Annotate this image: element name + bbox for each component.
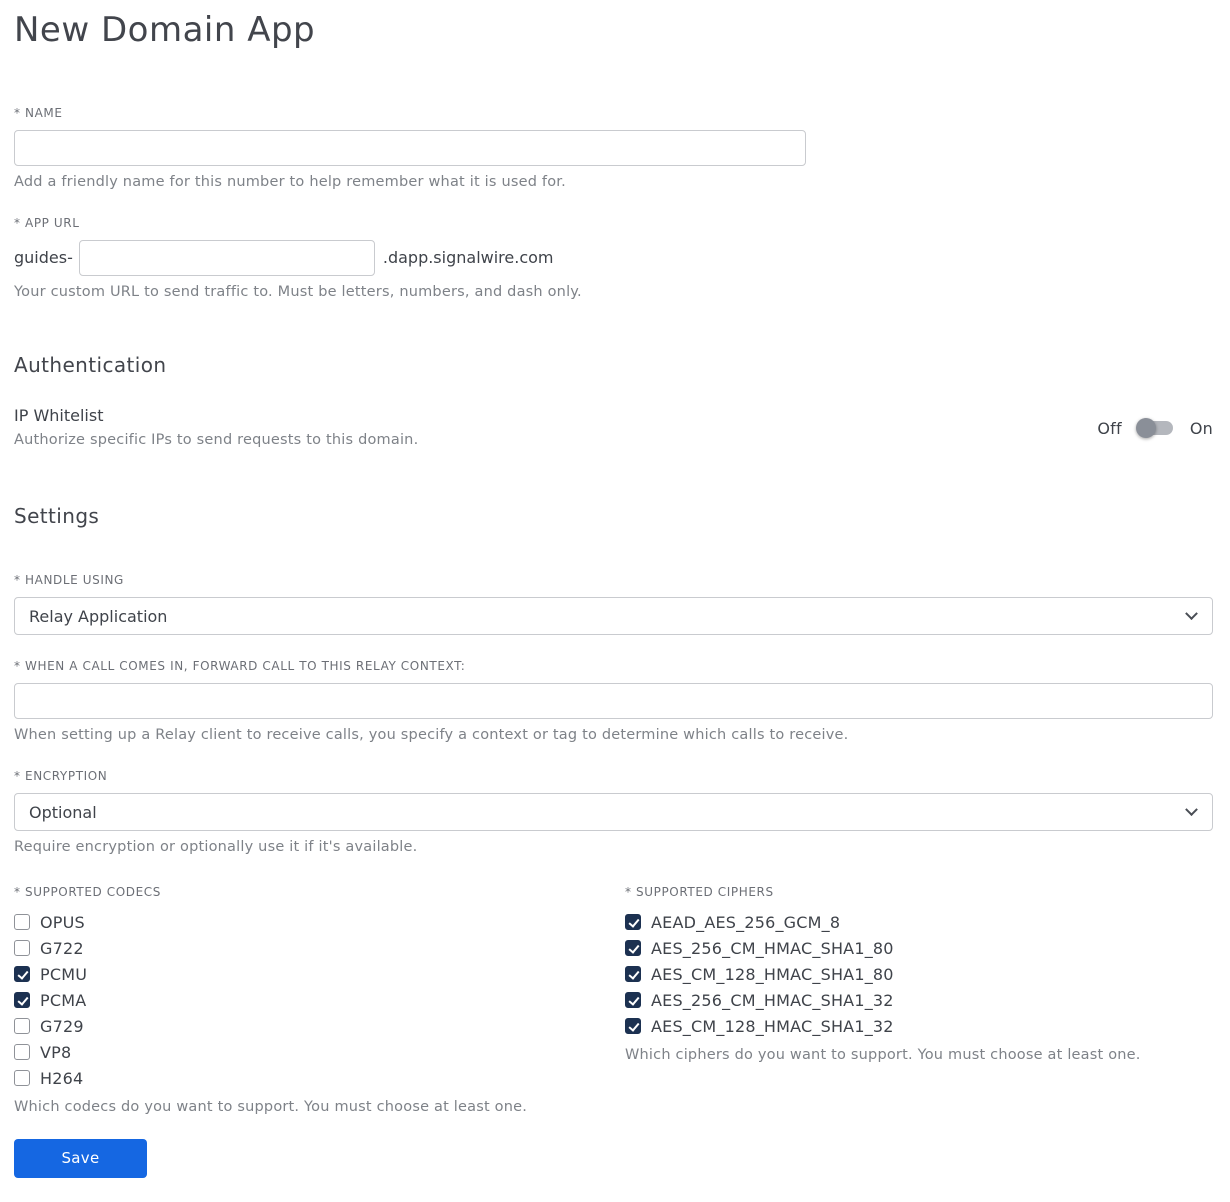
checkbox-item-aead_aes_256_gcm_8[interactable]: AEAD_AES_256_GCM_8 (625, 912, 1213, 932)
app-url-help-text: Your custom URL to send traffic to. Must… (14, 283, 582, 300)
codec-cipher-columns: * SUPPORTED CODECS OPUS G722 PCMU PCMA G729 V… (14, 885, 1213, 1117)
checkbox-checked-icon[interactable] (625, 966, 641, 983)
checkbox-checked-icon[interactable] (625, 992, 641, 1009)
encryption-help-text: Require encryption or optionally use it … (14, 839, 418, 856)
checkbox-item-aes_256_cm_hmac_sha1_80[interactable]: AES_256_CM_HMAC_SHA1_80 (625, 938, 1213, 958)
ip-whitelist-help-text: Authorize specific IPs to send requests … (14, 432, 419, 449)
checkbox-item-g722[interactable]: G722 (14, 938, 625, 958)
checkbox-item-h264[interactable]: H264 (14, 1068, 625, 1088)
checkbox-item-vp8[interactable]: VP8 (14, 1042, 625, 1062)
checkbox-label: AES_256_CM_HMAC_SHA1_32 (651, 990, 894, 1010)
settings-heading: Settings (14, 504, 100, 529)
codecs-checklist: OPUS G722 PCMU PCMA G729 VP8 H264 (14, 912, 625, 1088)
ip-whitelist-text: IP Whitelist Authorize specific IPs to s… (14, 406, 418, 450)
app-url-field-group: * APP URL guides- .dapp.signalwire.com Y… (14, 216, 1213, 302)
name-label: * NAME (14, 105, 63, 120)
checkbox-label: AES_CM_128_HMAC_SHA1_80 (651, 964, 894, 984)
relay-context-field-group: * WHEN A CALL COMES IN, FORWARD CALL TO … (14, 659, 1213, 745)
encryption-label: * ENCRYPTION (14, 769, 108, 784)
name-input[interactable] (14, 129, 806, 166)
checkbox-label: AEAD_AES_256_GCM_8 (651, 912, 841, 932)
checkbox-label: H264 (40, 1068, 84, 1088)
relay-context-help-text: When setting up a Relay client to receiv… (14, 727, 849, 744)
relay-context-label: * WHEN A CALL COMES IN, FORWARD CALL TO … (14, 659, 466, 674)
checkbox-checked-icon[interactable] (14, 992, 30, 1009)
checkbox-unchecked-icon[interactable] (14, 1018, 30, 1035)
ciphers-help-text: Which ciphers do you want to support. Yo… (625, 1047, 1141, 1064)
checkbox-checked-icon[interactable] (625, 914, 641, 931)
handle-using-selected-value: Relay Application (29, 606, 168, 626)
encryption-field-group: * ENCRYPTION Optional Require encryption… (14, 769, 1213, 857)
checkbox-unchecked-icon[interactable] (14, 1070, 30, 1087)
checkbox-item-g729[interactable]: G729 (14, 1016, 625, 1036)
ip-whitelist-label: IP Whitelist (14, 406, 104, 426)
chevron-down-icon (1185, 607, 1198, 620)
checkbox-label: PCMA (40, 990, 87, 1010)
handle-using-label: * HANDLE USING (14, 573, 124, 588)
ip-whitelist-toggle-group: Off On (1097, 418, 1213, 439)
checkbox-unchecked-icon[interactable] (14, 1044, 30, 1061)
name-field-group: * NAME Add a friendly name for this numb… (14, 106, 1213, 192)
supported-codecs-group: * SUPPORTED CODECS OPUS G722 PCMU PCMA G729 V… (14, 885, 625, 1117)
handle-using-select[interactable]: Relay Application (14, 597, 1213, 636)
save-button[interactable]: Save (14, 1138, 147, 1178)
ip-whitelist-row: IP Whitelist Authorize specific IPs to s… (14, 406, 1213, 450)
checkbox-item-aes_cm_128_hmac_sha1_80[interactable]: AES_CM_128_HMAC_SHA1_80 (625, 964, 1213, 984)
app-url-label: * APP URL (14, 215, 80, 230)
toggle-off-label: Off (1097, 418, 1122, 438)
new-domain-app-page: New Domain App * NAME Add a friendly nam… (0, 0, 1230, 1202)
chevron-down-icon (1185, 802, 1198, 816)
checkbox-label: AES_256_CM_HMAC_SHA1_80 (651, 938, 894, 958)
checkbox-label: G729 (40, 1016, 84, 1036)
checkbox-checked-icon[interactable] (625, 1018, 641, 1035)
app-url-suffix: .dapp.signalwire.com (382, 248, 554, 268)
checkbox-label: OPUS (40, 912, 85, 932)
handle-using-field-group: * HANDLE USING Relay Application (14, 573, 1213, 636)
authentication-heading: Authentication (14, 353, 167, 378)
app-url-row: guides- .dapp.signalwire.com (14, 239, 1213, 276)
supported-ciphers-label: * SUPPORTED CIPHERS (625, 885, 774, 900)
checkbox-label: G722 (40, 938, 84, 958)
checkbox-unchecked-icon[interactable] (14, 940, 30, 957)
checkbox-item-pcmu[interactable]: PCMU (14, 964, 625, 984)
app-url-prefix: guides- (14, 248, 73, 268)
codecs-help-text: Which codecs do you want to support. You… (14, 1099, 528, 1116)
supported-codecs-label: * SUPPORTED CODECS (14, 885, 162, 900)
checkbox-label: PCMU (40, 964, 88, 984)
checkbox-checked-icon[interactable] (14, 966, 30, 983)
relay-context-input[interactable] (14, 683, 1213, 720)
encryption-selected-value: Optional (29, 802, 97, 822)
checkbox-label: AES_CM_128_HMAC_SHA1_32 (651, 1016, 894, 1036)
supported-ciphers-group: * SUPPORTED CIPHERS AEAD_AES_256_GCM_8 AE… (625, 885, 1213, 1117)
checkbox-item-opus[interactable]: OPUS (14, 912, 625, 932)
checkbox-checked-icon[interactable] (625, 940, 641, 957)
ciphers-checklist: AEAD_AES_256_GCM_8 AES_256_CM_HMAC_SHA1_8… (625, 912, 1213, 1036)
checkbox-unchecked-icon[interactable] (14, 914, 30, 931)
page-title: New Domain App (14, 10, 316, 50)
checkbox-item-pcma[interactable]: PCMA (14, 990, 625, 1010)
app-url-input[interactable] (78, 239, 375, 276)
ip-whitelist-toggle[interactable] (1135, 418, 1176, 439)
checkbox-item-aes_cm_128_hmac_sha1_32[interactable]: AES_CM_128_HMAC_SHA1_32 (625, 1016, 1213, 1036)
toggle-on-label: On (1189, 418, 1213, 438)
name-help-text: Add a friendly name for this number to h… (14, 173, 566, 190)
toggle-knob-icon[interactable] (1135, 418, 1156, 439)
checkbox-item-aes_256_cm_hmac_sha1_32[interactable]: AES_256_CM_HMAC_SHA1_32 (625, 990, 1213, 1010)
encryption-select[interactable]: Optional (14, 793, 1213, 832)
checkbox-label: VP8 (40, 1042, 72, 1062)
